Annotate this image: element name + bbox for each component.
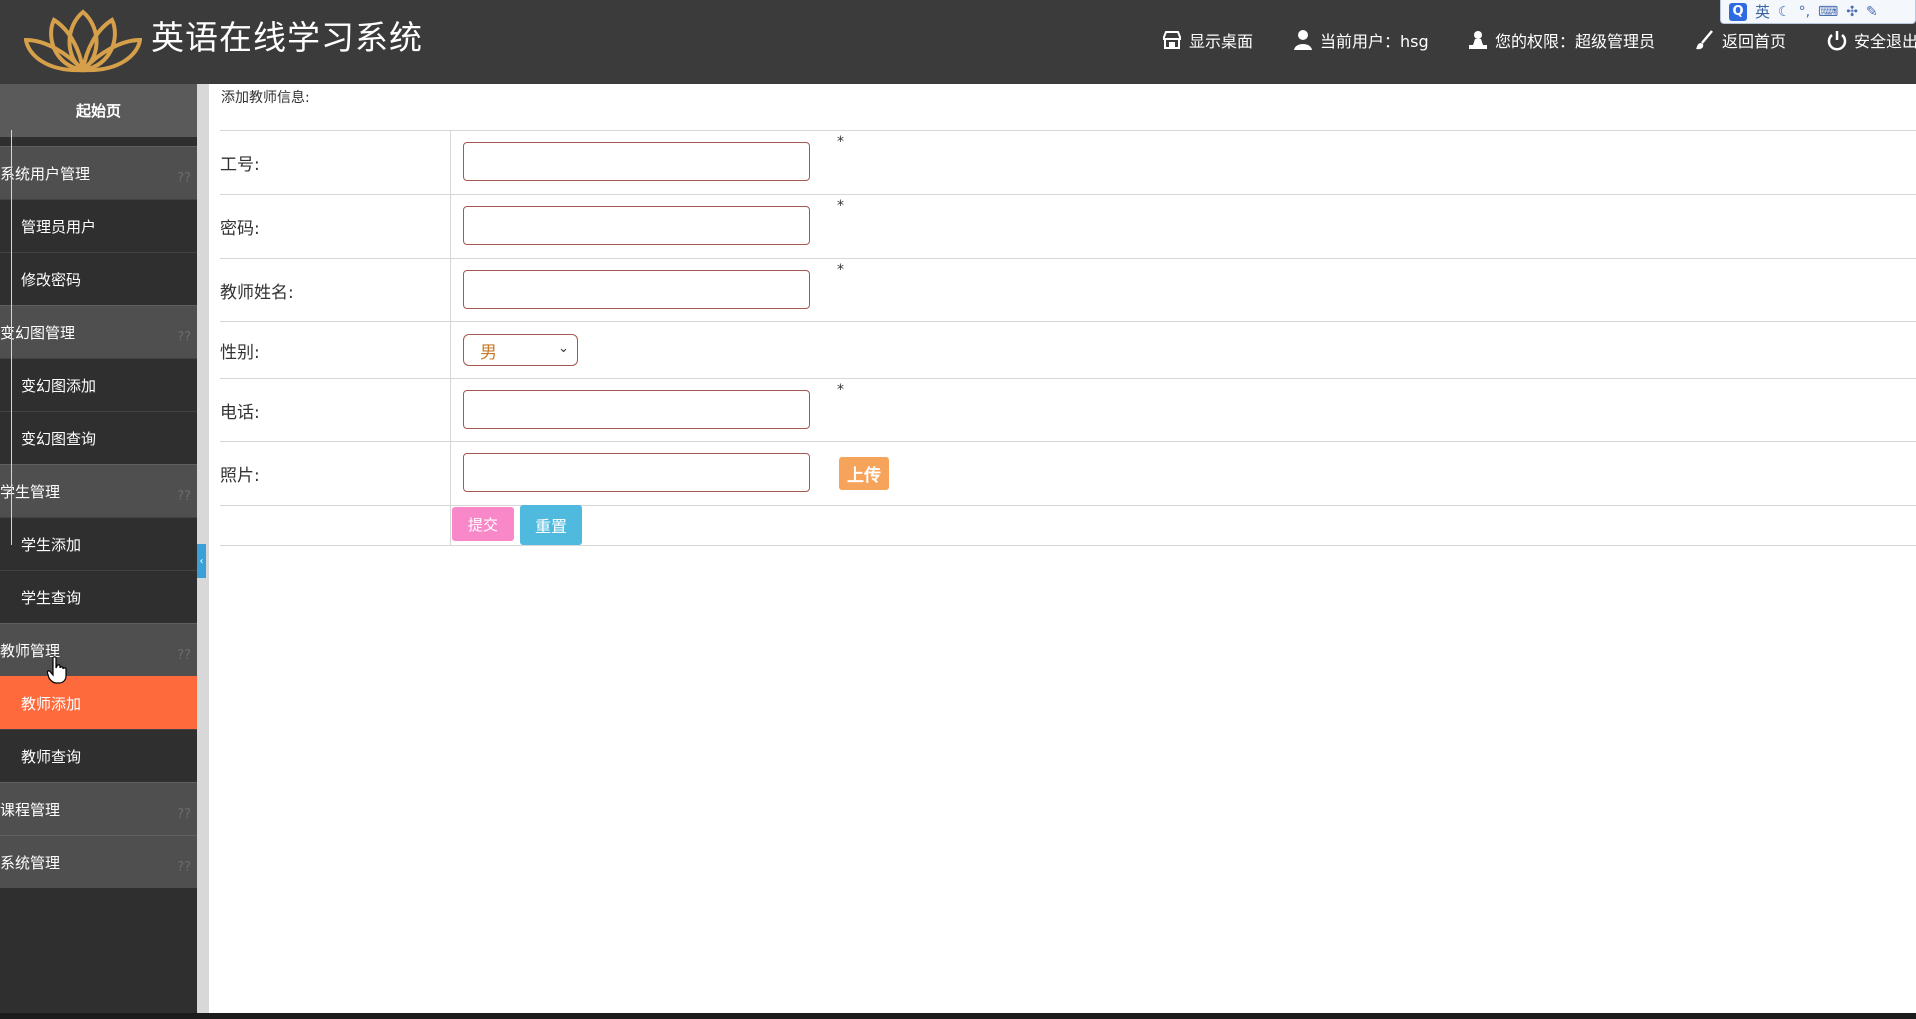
field-label: 电话: — [220, 379, 451, 441]
current-user-label: 当前用户：hsg — [1320, 32, 1429, 51]
reset-button[interactable]: 重置 — [520, 505, 582, 545]
wrench-icon[interactable]: ✎ — [1866, 4, 1878, 20]
sidebar-item-student-add[interactable]: 学生添加 — [0, 517, 197, 570]
power-icon — [1827, 31, 1847, 51]
form-row-phone: 电话: * — [220, 378, 1916, 441]
store-icon — [1163, 31, 1181, 49]
admin-icon — [1469, 31, 1487, 49]
sidebar-group-courses[interactable]: 课程管理 ?? — [0, 782, 197, 835]
collapse-marker: ?? — [177, 807, 191, 822]
sidebar-group-slideshow[interactable]: 变幻图管理 ?? — [0, 305, 197, 358]
field-label: 性别: — [220, 322, 451, 378]
sidebar-item-slideshow-add[interactable]: 变幻图添加 — [0, 358, 197, 411]
photo-path-input[interactable] — [463, 453, 810, 492]
top-header: 英语在线学习系统 显示桌面 当前用户：hsg 您的权限：超级管理员 返回首页 安… — [0, 0, 1916, 84]
sidebar-item-teacher-query[interactable]: 教师查询 — [0, 729, 197, 782]
required-marker: * — [837, 134, 844, 150]
sidebar-group-system-users[interactable]: 系统用户管理 ?? — [0, 146, 197, 199]
phone-input[interactable] — [463, 390, 810, 429]
form-row-password: 密码: * — [220, 194, 1916, 258]
collapse-marker: ?? — [177, 648, 191, 663]
field-label: 照片: — [220, 442, 451, 505]
logout-label: 安全退出 — [1854, 32, 1916, 51]
collapse-marker: ?? — [177, 489, 191, 504]
sidebar-item-change-password[interactable]: 修改密码 — [0, 252, 197, 305]
show-desktop-link[interactable]: 显示桌面 — [1161, 28, 1253, 52]
sidebar-group-label: 学生管理 — [0, 482, 61, 501]
sidebar-group-label: 系统用户管理 — [0, 164, 91, 183]
sidebar-item-student-query[interactable]: 学生查询 — [0, 570, 197, 623]
user-icon — [1294, 30, 1312, 50]
field-label: 工号: — [220, 131, 451, 194]
logout-link[interactable]: 安全退出 — [1826, 28, 1916, 52]
field-label: 密码: — [220, 195, 451, 258]
actions-label-cell — [220, 506, 451, 545]
hand-cursor-icon — [47, 656, 67, 684]
sidebar: 起始页 系统用户管理 ?? 管理员用户 修改密码 变幻图管理 ?? 变幻图添加 … — [0, 84, 197, 1019]
permission-label: 您的权限：超级管理员 — [1495, 32, 1656, 51]
punctuation-icon[interactable]: °, — [1799, 4, 1810, 20]
app-title: 英语在线学习系统 — [151, 18, 423, 57]
q-logo-icon[interactable]: Q — [1729, 2, 1747, 21]
required-marker: * — [837, 198, 844, 214]
required-marker: * — [837, 262, 844, 278]
form-row-photo: 照片: 上传 — [220, 441, 1916, 505]
bottom-edge — [0, 1013, 1916, 1019]
sidebar-group-teachers[interactable]: 教师管理 ?? — [0, 623, 197, 676]
keyboard-icon[interactable]: ⌨ — [1818, 4, 1838, 20]
sidebar-group-system[interactable]: 系统管理 ?? — [0, 835, 197, 888]
sidebar-item-admin-users[interactable]: 管理员用户 — [0, 199, 197, 252]
ime-toolbar[interactable]: Q 英 ☾ °, ⌨ ✣ ✎ — [1720, 0, 1916, 24]
permission-info: 您的权限：超级管理员 — [1467, 28, 1655, 52]
ime-lang-toggle[interactable]: 英 — [1755, 1, 1770, 22]
sidebar-group-label: 课程管理 — [0, 800, 61, 819]
brush-icon — [1696, 30, 1713, 50]
submit-button[interactable]: 提交 — [452, 507, 514, 541]
gender-select[interactable]: 男 ⌄ — [463, 334, 578, 366]
table-left-border — [11, 130, 12, 545]
sidebar-group-label: 系统管理 — [0, 853, 61, 872]
teacher-name-input[interactable] — [463, 270, 810, 309]
sidebar-item-slideshow-query[interactable]: 变幻图查询 — [0, 411, 197, 464]
moon-icon[interactable]: ☾ — [1778, 4, 1791, 20]
collapse-marker: ?? — [177, 860, 191, 875]
form-row-id: 工号: * — [220, 130, 1916, 194]
show-desktop-label: 显示桌面 — [1189, 32, 1254, 51]
back-home-label: 返回首页 — [1722, 32, 1787, 51]
sidebar-home[interactable]: 起始页 — [0, 84, 197, 137]
form-row-name: 教师姓名: * — [220, 258, 1916, 321]
password-input[interactable] — [463, 206, 810, 245]
required-marker: * — [837, 382, 844, 398]
tools-icon[interactable]: ✣ — [1846, 4, 1858, 20]
sidebar-collapse-handle[interactable]: ‹ — [197, 544, 206, 578]
lotus-logo-icon — [24, 9, 142, 73]
sidebar-item-teacher-add[interactable]: 教师添加 — [0, 676, 197, 729]
upload-button[interactable]: 上传 — [839, 457, 889, 490]
sidebar-group-students[interactable]: 学生管理 ?? — [0, 464, 197, 517]
chevron-down-icon: ⌄ — [558, 341, 569, 356]
table-bottom-border — [220, 545, 1916, 546]
page-title: 添加教师信息: — [221, 90, 310, 106]
form-row-gender: 性别: 男 ⌄ — [220, 321, 1916, 378]
collapse-marker: ?? — [177, 171, 191, 186]
employee-id-input[interactable] — [463, 142, 810, 181]
collapse-marker: ?? — [177, 330, 191, 345]
gender-select-value: 男 — [480, 342, 497, 363]
field-label: 教师姓名: — [220, 259, 451, 321]
back-home-link[interactable]: 返回首页 — [1694, 28, 1786, 52]
current-user-info: 当前用户：hsg — [1292, 28, 1429, 52]
